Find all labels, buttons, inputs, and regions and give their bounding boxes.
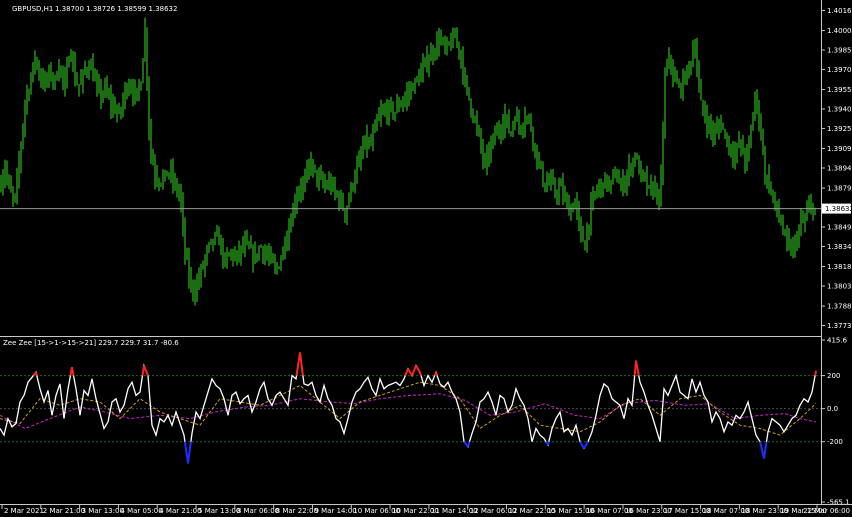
time-tick-label: 2 Mar 2021 — [4, 507, 44, 515]
price-tick-label: 1.39550 — [827, 86, 852, 94]
time-tick-label: 9 Mar 14:00 — [314, 507, 356, 515]
time-tick-label: 4 Mar 05:00 — [120, 507, 162, 515]
price-tick-label: 1.38945 — [827, 165, 852, 173]
indicator-tick-label: -200 — [827, 438, 843, 446]
price-tick-label: 1.39705 — [827, 66, 852, 74]
indicator-tick-label: 415.6 — [827, 337, 848, 345]
current-price-label: 1.38632 — [825, 205, 852, 213]
overbought-segment — [435, 371, 439, 376]
overbought-segment — [35, 372, 38, 376]
price-tick-label: 1.38185 — [827, 263, 852, 271]
price-tick-label: 1.39855 — [827, 47, 852, 55]
price-tick-label: 1.38340 — [827, 243, 852, 251]
ohlc-readout: 1.38700 1.38726 1.38599 1.38632 — [55, 5, 177, 13]
price-tick-label: 1.38790 — [827, 185, 852, 193]
time-tick-label: 8 Mar 22:00 — [276, 507, 318, 515]
price-tick-label: 1.39095 — [827, 145, 852, 153]
indicator-tick-label: 0.0 — [827, 405, 838, 413]
price-tick-label: 1.38490 — [827, 223, 852, 231]
time-tick-label: 8 Mar 06:00 — [237, 507, 279, 515]
time-tick-label: 5 Mar 13:00 — [198, 507, 240, 515]
time-tick-label: 22 Mar 06:00 — [803, 507, 850, 515]
price-tick-label: 1.37730 — [827, 322, 852, 330]
price-tick-label: 1.38035 — [827, 282, 852, 290]
price-tick-label: 1.40160 — [827, 7, 852, 15]
overbought-segment — [814, 370, 817, 376]
price-tick-label: 1.39400 — [827, 106, 852, 114]
price-tick-label: 1.39250 — [827, 125, 852, 133]
time-tick-label: 3 Mar 13:00 — [82, 507, 124, 515]
chart-background — [0, 0, 852, 517]
symbol-title: GBPUSD,H1 — [12, 5, 53, 13]
time-axis: 2 Mar 20212 Mar 21:003 Mar 13:004 Mar 05… — [1, 505, 850, 515]
price-tick-label: 1.40005 — [827, 27, 852, 35]
price-tick-label: 1.37880 — [827, 303, 852, 311]
indicator-title: Zee Zee [15->1->15->21] 229.7 229.7 31.7… — [3, 339, 179, 347]
overbought-segment — [419, 372, 422, 376]
indicator-tick-label: -565.1 — [827, 499, 850, 507]
indicator-tick-label: 200 — [827, 372, 840, 380]
time-tick-label: 2 Mar 21:00 — [43, 507, 85, 515]
trading-chart[interactable]: 1.40160 1.40005 1.39855 1.39705 1.39550 1.394… — [0, 0, 852, 517]
oversold-segment — [547, 441, 550, 446]
time-tick-label: 4 Mar 21:00 — [159, 507, 201, 515]
